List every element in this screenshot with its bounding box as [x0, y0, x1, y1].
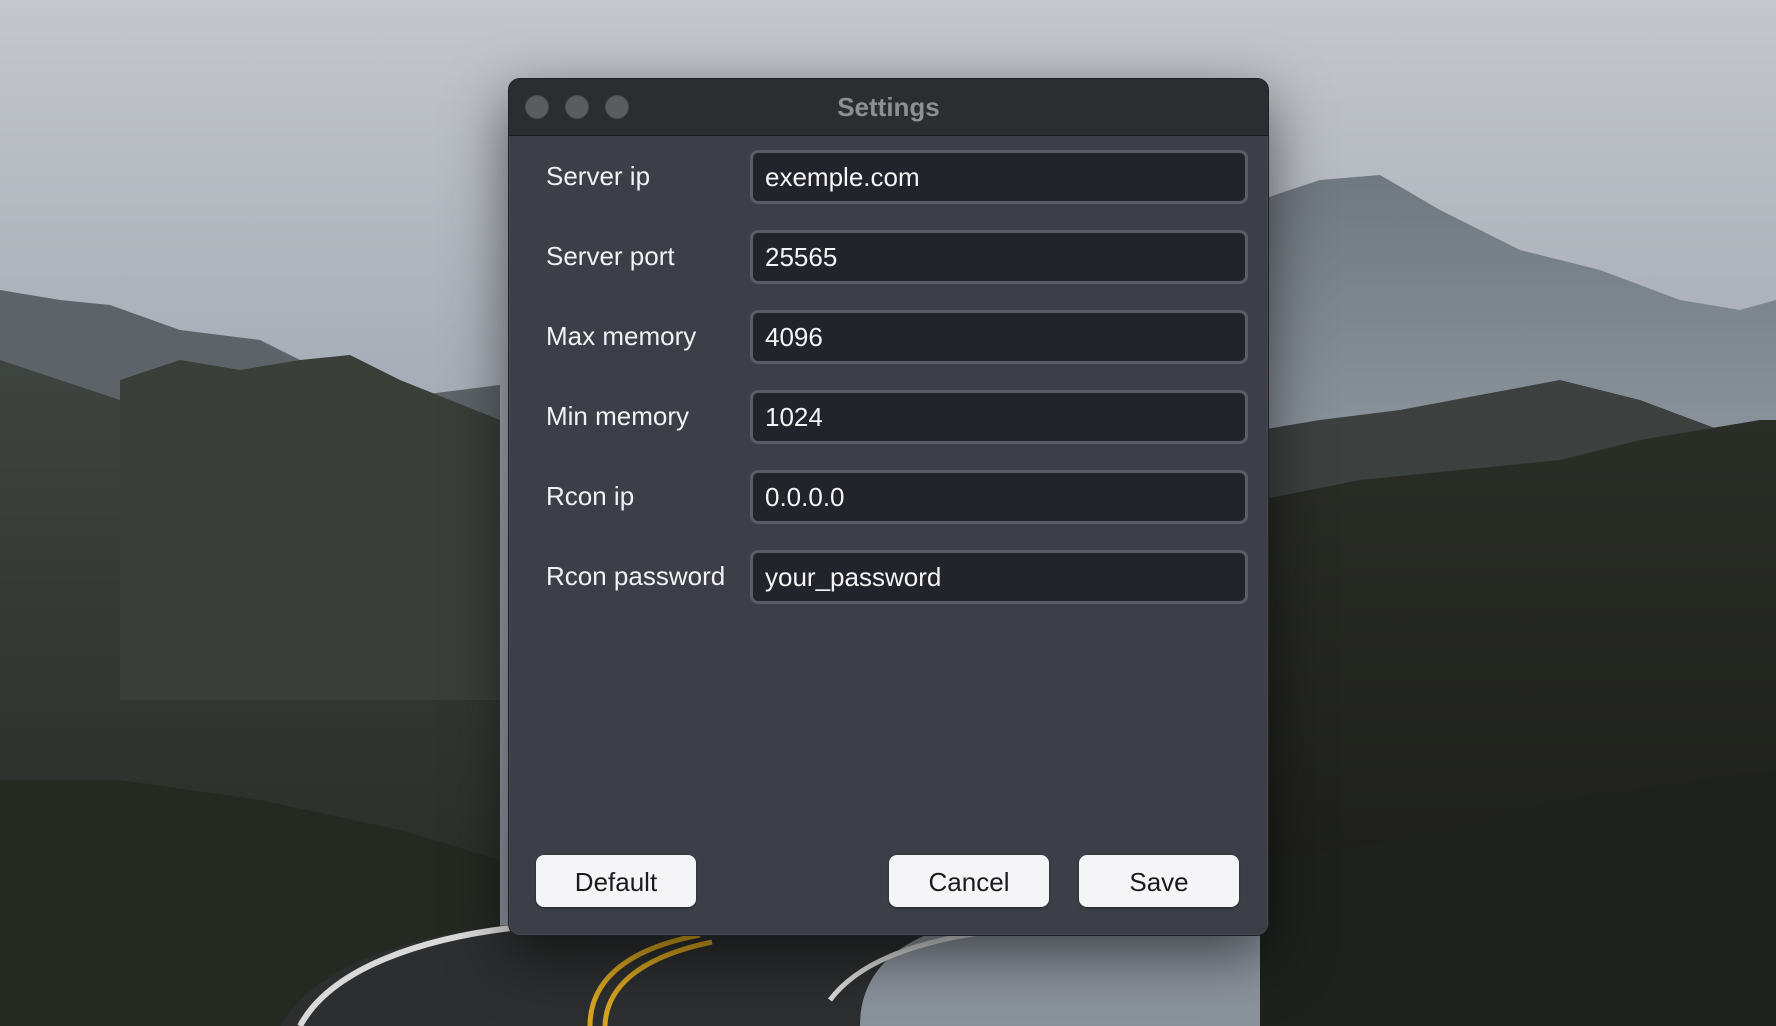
rcon-password-row: Rcon password	[509, 546, 1268, 604]
rcon-ip-input[interactable]	[750, 470, 1248, 524]
server-ip-label: Server ip	[546, 161, 651, 191]
rcon-ip-label: Rcon ip	[546, 481, 635, 511]
title-bar: Settings	[509, 79, 1268, 136]
rcon-ip-row: Rcon ip	[509, 466, 1268, 524]
max-memory-input[interactable]	[750, 310, 1248, 364]
max-memory-row: Max memory	[509, 306, 1268, 364]
server-ip-input[interactable]	[750, 150, 1248, 204]
rcon-password-input[interactable]	[750, 550, 1248, 604]
window-title: Settings	[837, 92, 940, 122]
min-memory-row: Min memory	[509, 386, 1268, 444]
server-port-input[interactable]	[750, 230, 1248, 284]
max-memory-label: Max memory	[546, 321, 697, 351]
default-button[interactable]: Default	[536, 855, 696, 907]
settings-window: Settings Server ip Server port Max memor…	[508, 78, 1269, 936]
desktop: Settings Server ip Server port Max memor…	[0, 0, 1776, 1026]
min-memory-input[interactable]	[750, 390, 1248, 444]
save-button[interactable]: Save	[1079, 855, 1239, 907]
min-memory-label: Min memory	[546, 401, 690, 431]
server-port-label: Server port	[546, 241, 675, 271]
cancel-button[interactable]: Cancel	[889, 855, 1049, 907]
rcon-password-label: Rcon password	[546, 561, 726, 591]
server-ip-row: Server ip	[509, 146, 1268, 204]
server-port-row: Server port	[509, 226, 1268, 284]
